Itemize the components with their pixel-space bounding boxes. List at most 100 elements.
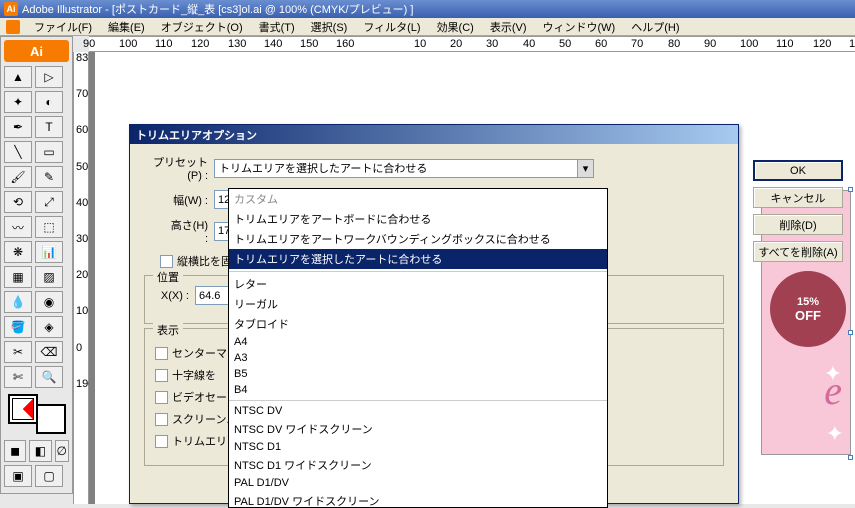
ruler-vertical: 83 70 60 50 40 30 20 10 0 190 bbox=[73, 52, 89, 504]
dropdown-item[interactable]: B4 bbox=[229, 382, 607, 398]
delete-button[interactable]: 削除(D) bbox=[753, 214, 843, 235]
preset-label: プリセット(P) : bbox=[144, 154, 214, 182]
tool-eraser[interactable]: ⌫ bbox=[35, 341, 63, 363]
tool-scale[interactable]: ⤢ bbox=[35, 191, 63, 213]
tool-pencil[interactable]: ✎ bbox=[35, 166, 63, 188]
sel-handle[interactable] bbox=[848, 187, 853, 192]
crosshair-checkbox[interactable] bbox=[155, 369, 168, 382]
app-name: Adobe Illustrator bbox=[22, 4, 102, 16]
dropdown-item: カスタム bbox=[229, 189, 607, 209]
dialog-buttons: OK キャンセル 削除(D) すべてを削除(A) bbox=[753, 160, 843, 262]
color-swatch[interactable] bbox=[8, 394, 66, 434]
dialog-title: トリムエリアオプション bbox=[130, 125, 738, 144]
tool-lasso[interactable]: ◐ bbox=[35, 91, 63, 113]
app-icon: Ai bbox=[4, 2, 18, 16]
preset-combo[interactable]: トリムエリアを選択したアートに合わせる ▾ bbox=[214, 159, 594, 178]
star-icon: ✦ bbox=[826, 421, 844, 447]
crosshair-label: 十字線を bbox=[172, 367, 216, 383]
height-label: 高さ(H) : bbox=[168, 217, 214, 245]
tool-brush[interactable]: 🖌 bbox=[4, 166, 32, 188]
menu-object[interactable]: オブジェクト(O) bbox=[153, 17, 251, 37]
dropdown-item[interactable]: PAL D1/DV bbox=[229, 475, 607, 491]
doc-name: [ポストカード_縦_表 [cs3]ol.ai @ 100% (CMYK/プレビュ… bbox=[112, 4, 414, 16]
tool-freetrans[interactable]: ⬚ bbox=[35, 216, 63, 238]
dropdown-item[interactable]: トリムエリアを選択したアートに合わせる bbox=[229, 249, 607, 269]
position-group-label: 位置 bbox=[153, 269, 183, 285]
dropdown-item[interactable]: A4 bbox=[229, 334, 607, 350]
dropdown-item[interactable]: PAL D1/DV ワイドスクリーン bbox=[229, 491, 607, 508]
dropdown-item[interactable]: B5 bbox=[229, 366, 607, 382]
dropdown-item[interactable]: タブロイド bbox=[229, 314, 607, 334]
menu-select[interactable]: 選択(S) bbox=[303, 17, 356, 37]
cancel-button[interactable]: キャンセル bbox=[753, 187, 843, 208]
fill-mode[interactable]: ◼ bbox=[4, 440, 26, 462]
dropdown-item[interactable]: トリムエリアをアートボードに合わせる bbox=[229, 209, 607, 229]
ruler-horizontal: 90 100 110 120 130 140 150 160 10 20 30 … bbox=[89, 36, 855, 52]
grad-mode[interactable]: ◧ bbox=[29, 440, 51, 462]
none-mode[interactable]: ∅ bbox=[55, 440, 69, 462]
width-label: 幅(W) : bbox=[168, 192, 214, 208]
dropdown-item[interactable]: トリムエリアをアートワークバウンディングボックスに合わせる bbox=[229, 229, 607, 249]
display-group-label: 表示 bbox=[153, 322, 183, 338]
dropdown-item[interactable]: NTSC DV bbox=[229, 403, 607, 419]
tool-gradient[interactable]: ▨ bbox=[35, 266, 63, 288]
menu-type[interactable]: 書式(T) bbox=[251, 17, 303, 37]
tool-livepaint[interactable]: 🪣 bbox=[4, 316, 32, 338]
dropdown-item[interactable]: NTSC D1 bbox=[229, 439, 607, 455]
preset-value: トリムエリアを選択したアートに合わせる bbox=[219, 160, 427, 176]
preset-dropdown[interactable]: カスタムトリムエリアをアートボードに合わせるトリムエリアをアートワークバウンディ… bbox=[228, 188, 608, 508]
videosafe-checkbox[interactable] bbox=[155, 391, 168, 404]
menu-edit[interactable]: 編集(E) bbox=[100, 17, 153, 37]
aspect-label: 縦横比を固 bbox=[177, 253, 232, 269]
tool-wand[interactable]: ✦ bbox=[4, 91, 32, 113]
tool-scissors[interactable]: ✄ bbox=[4, 366, 32, 388]
screen-normal[interactable]: ▣ bbox=[4, 465, 32, 487]
tool-line[interactable]: ╲ bbox=[4, 141, 32, 163]
trimarea-checkbox[interactable] bbox=[155, 435, 168, 448]
screenedge-checkbox[interactable] bbox=[155, 413, 168, 426]
menu-view[interactable]: 表示(V) bbox=[482, 17, 535, 37]
tool-lpsel[interactable]: ◈ bbox=[35, 316, 63, 338]
sel-handle[interactable] bbox=[848, 455, 853, 460]
delete-all-button[interactable]: すべてを削除(A) bbox=[753, 241, 843, 262]
tool-pen[interactable]: ✒ bbox=[4, 116, 32, 138]
screen-full[interactable]: ▢ bbox=[35, 465, 63, 487]
menubar-icon bbox=[6, 20, 20, 34]
menu-filter[interactable]: フィルタ(L) bbox=[355, 17, 428, 37]
ok-button[interactable]: OK bbox=[753, 160, 843, 181]
tool-rotate[interactable]: ⟲ bbox=[4, 191, 32, 213]
menubar: ファイル(F) 編集(E) オブジェクト(O) 書式(T) 選択(S) フィルタ… bbox=[0, 18, 855, 36]
menu-help[interactable]: ヘルプ(H) bbox=[623, 17, 687, 37]
tool-direct[interactable]: ▷ bbox=[35, 66, 63, 88]
dropdown-item[interactable]: NTSC DV ワイドスクリーン bbox=[229, 419, 607, 439]
tool-type[interactable]: T bbox=[35, 116, 63, 138]
chevron-down-icon[interactable]: ▾ bbox=[577, 160, 593, 177]
toolbox-badge: Ai bbox=[4, 40, 69, 62]
titlebar-text: Adobe Illustrator - [ポストカード_縦_表 [cs3]ol.… bbox=[22, 1, 413, 17]
dropdown-item[interactable]: NTSC D1 ワイドスクリーン bbox=[229, 455, 607, 475]
tool-eyedrop[interactable]: 💧 bbox=[4, 291, 32, 313]
toolbox: Ai ▲▷ ✦◐ ✒T ╲▭ 🖌✎ ⟲⤢ 〰⬚ ❋📊 ▦▨ 💧◉ 🪣◈ ✂⌫ ✄… bbox=[0, 36, 73, 494]
videosafe-label: ビデオセー bbox=[172, 389, 227, 405]
discount-badge: 15% OFF bbox=[770, 271, 846, 347]
menu-window[interactable]: ウィンドウ(W) bbox=[535, 17, 624, 37]
tool-hand[interactable]: 🔍 bbox=[35, 366, 63, 388]
dropdown-item[interactable]: レター bbox=[229, 274, 607, 294]
aspect-checkbox[interactable] bbox=[160, 255, 173, 268]
tool-warp[interactable]: 〰 bbox=[4, 216, 32, 238]
tool-rect[interactable]: ▭ bbox=[35, 141, 63, 163]
menu-effect[interactable]: 効果(C) bbox=[429, 17, 482, 37]
menu-file[interactable]: ファイル(F) bbox=[26, 17, 100, 37]
x-label: X(X) : bbox=[155, 290, 195, 302]
dropdown-item[interactable]: A3 bbox=[229, 350, 607, 366]
tool-symbol[interactable]: ❋ bbox=[4, 241, 32, 263]
artwork-letter: e bbox=[824, 367, 842, 414]
centermark-checkbox[interactable] bbox=[155, 347, 168, 360]
sel-handle[interactable] bbox=[848, 330, 853, 335]
tool-graph[interactable]: 📊 bbox=[35, 241, 63, 263]
tool-mesh[interactable]: ▦ bbox=[4, 266, 32, 288]
tool-blend[interactable]: ◉ bbox=[35, 291, 63, 313]
dropdown-item[interactable]: リーガル bbox=[229, 294, 607, 314]
tool-selection[interactable]: ▲ bbox=[4, 66, 32, 88]
tool-slice[interactable]: ✂ bbox=[4, 341, 32, 363]
